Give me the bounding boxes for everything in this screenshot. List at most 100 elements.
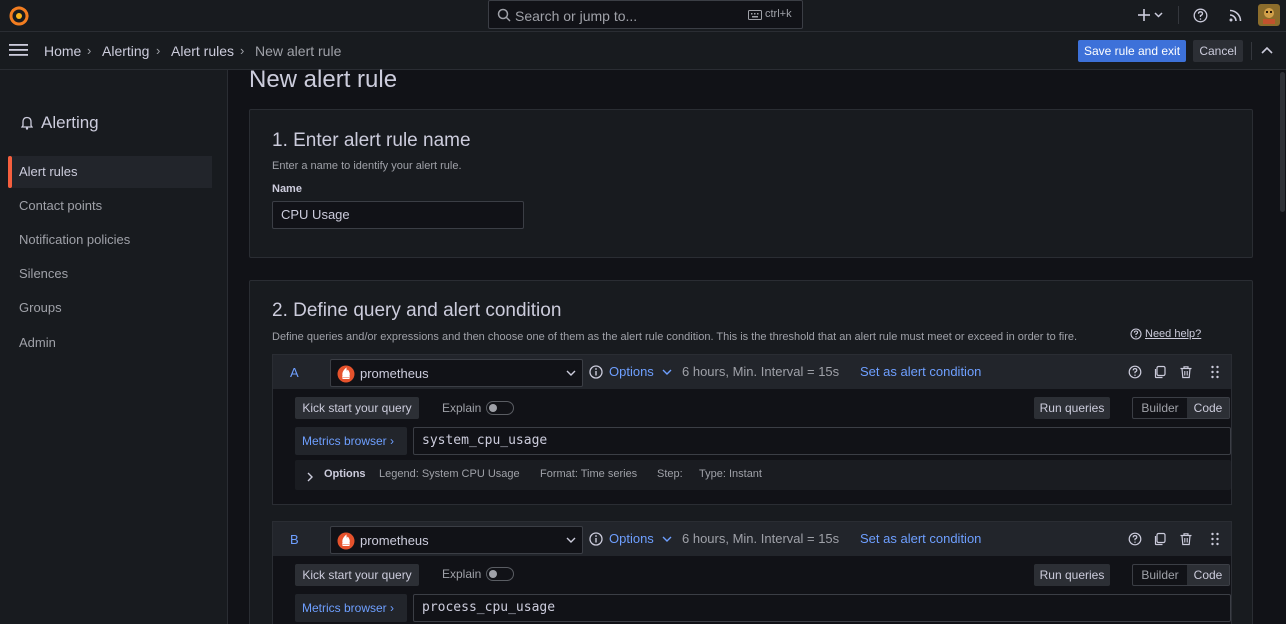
builder-mode-button[interactable]: Builder [1133, 565, 1187, 585]
divider [1251, 42, 1252, 60]
need-help-link[interactable]: Need help? [1145, 328, 1201, 340]
copy-icon[interactable] [1153, 365, 1167, 379]
drag-handle-icon[interactable] [1210, 532, 1220, 546]
section-description: Define queries and/or expressions and th… [272, 331, 1078, 343]
chevron-down-icon [662, 536, 672, 542]
page-title: New alert rule [249, 66, 398, 93]
run-queries-button[interactable]: Run queries [1034, 564, 1110, 586]
datasource-picker[interactable]: prometheus [330, 359, 583, 387]
datasource-picker[interactable]: prometheus [330, 526, 583, 554]
sidebar-title: Alerting [41, 113, 99, 132]
options-step: Step: [657, 468, 683, 480]
metrics-browser-button[interactable]: Metrics browser › [295, 594, 407, 622]
query-section: 2. Define query and alert condition Defi… [249, 280, 1253, 624]
chevron-right-icon: › [240, 43, 245, 58]
explain-label: Explain [442, 401, 482, 415]
query-editor-a: A prometheus Options 6 hours, Min. Inter… [272, 354, 1232, 505]
kick-start-query-button[interactable]: Kick start your query [295, 397, 419, 419]
datasource-name: prometheus [360, 533, 429, 548]
run-queries-button[interactable]: Run queries [1034, 397, 1110, 419]
info-icon [589, 365, 603, 379]
editor-mode-toggle: Builder Code [1132, 397, 1230, 419]
explain-toggle[interactable] [486, 401, 514, 415]
save-rule-button[interactable]: Save rule and exit [1078, 40, 1186, 62]
bell-icon [21, 116, 33, 130]
help-icon[interactable] [1128, 365, 1142, 379]
avatar[interactable] [1258, 4, 1280, 26]
sidebar: Alerting Alert rules Contact points Noti… [0, 70, 228, 624]
sidebar-item-admin[interactable]: Admin [8, 327, 212, 359]
chevron-right-icon [307, 472, 313, 482]
breadcrumb-alert-rules[interactable]: Alert rules [171, 43, 234, 59]
query-ref-id[interactable]: B [290, 532, 299, 547]
keyboard-icon [748, 10, 762, 20]
help-circle-icon [1130, 328, 1142, 340]
code-mode-button[interactable]: Code [1187, 398, 1229, 418]
breadcrumb-alerting[interactable]: Alerting [102, 43, 149, 59]
rss-icon[interactable] [1228, 8, 1243, 23]
query-header: A prometheus Options 6 hours, Min. Inter… [273, 355, 1231, 389]
trash-icon[interactable] [1179, 365, 1193, 379]
rule-name-input[interactable]: CPU Usage [272, 201, 524, 229]
breadcrumb-current: New alert rule [255, 43, 342, 59]
metrics-browser-label: Metrics browser [302, 601, 387, 615]
scrollbar-thumb[interactable] [1280, 72, 1285, 212]
breadcrumb-home[interactable]: Home [44, 43, 81, 59]
chevron-up-icon[interactable] [1261, 46, 1273, 54]
explain-toggle[interactable] [486, 567, 514, 581]
search-shortcut: ctrl+k [765, 8, 792, 20]
sidebar-item-notification-policies[interactable]: Notification policies [8, 224, 212, 256]
chevron-right-icon: › [87, 43, 92, 58]
rule-name-section: 1. Enter alert rule name Enter a name to… [249, 109, 1253, 258]
help-icon[interactable] [1193, 8, 1208, 23]
name-label: Name [272, 183, 302, 195]
plus-icon[interactable] [1137, 7, 1165, 23]
menu-icon[interactable] [9, 43, 28, 57]
query-expression-input[interactable]: process_cpu_usage [413, 594, 1231, 622]
query-expression-input[interactable]: system_cpu_usage [413, 427, 1231, 455]
info-icon [589, 532, 603, 546]
query-options-summary: 6 hours, Min. Interval = 15s [682, 531, 840, 546]
help-icon[interactable] [1128, 532, 1142, 546]
datasource-name: prometheus [360, 366, 429, 381]
divider [1178, 6, 1179, 24]
options-legend: Legend: System CPU Usage [379, 468, 520, 480]
grafana-logo-icon[interactable] [8, 5, 30, 27]
breadcrumb-bar: Home › Alerting › Alert rules › New aler… [0, 32, 1286, 70]
cancel-button[interactable]: Cancel [1193, 40, 1243, 62]
query-ref-id[interactable]: A [290, 365, 299, 380]
kick-start-query-button[interactable]: Kick start your query [295, 564, 419, 586]
set-alert-condition-button[interactable]: Set as alert condition [860, 531, 981, 546]
section-title: 1. Enter alert rule name [272, 130, 471, 151]
copy-icon[interactable] [1153, 532, 1167, 546]
options-type: Type: Instant [699, 468, 762, 480]
query-options-toggle[interactable]: Options [609, 531, 654, 546]
query-options-row[interactable]: Options Legend: System CPU Usage Format:… [295, 460, 1231, 490]
sidebar-item-contact-points[interactable]: Contact points [8, 190, 212, 222]
query-options-toggle[interactable]: Options [609, 364, 654, 379]
trash-icon[interactable] [1179, 532, 1193, 546]
builder-mode-button[interactable]: Builder [1133, 398, 1187, 418]
chevron-right-icon: › [390, 601, 395, 615]
search-placeholder: Search or jump to... [515, 8, 638, 24]
sidebar-item-alert-rules[interactable]: Alert rules [8, 156, 212, 188]
chevron-down-icon [662, 369, 672, 375]
metrics-browser-button[interactable]: Metrics browser › [295, 427, 407, 455]
editor-mode-toggle: Builder Code [1132, 564, 1230, 586]
options-title: Options [324, 468, 366, 480]
section-title: 2. Define query and alert condition [272, 300, 562, 321]
query-editor-b: B prometheus Options 6 hours, Min. Inter… [272, 521, 1232, 624]
prometheus-icon [337, 365, 355, 383]
search-bar[interactable]: Search or jump to... ctrl+k [488, 0, 803, 29]
sidebar-item-silences[interactable]: Silences [8, 258, 212, 290]
set-alert-condition-button[interactable]: Set as alert condition [860, 364, 981, 379]
query-header: B prometheus Options 6 hours, Min. Inter… [273, 522, 1231, 556]
code-mode-button[interactable]: Code [1187, 565, 1229, 585]
drag-handle-icon[interactable] [1210, 365, 1220, 379]
options-format: Format: Time series [540, 468, 638, 480]
top-navbar: Search or jump to... ctrl+k [0, 0, 1286, 32]
search-icon [497, 8, 511, 22]
prometheus-icon [337, 532, 355, 550]
chevron-right-icon: › [390, 434, 395, 448]
sidebar-item-groups[interactable]: Groups [8, 292, 212, 324]
